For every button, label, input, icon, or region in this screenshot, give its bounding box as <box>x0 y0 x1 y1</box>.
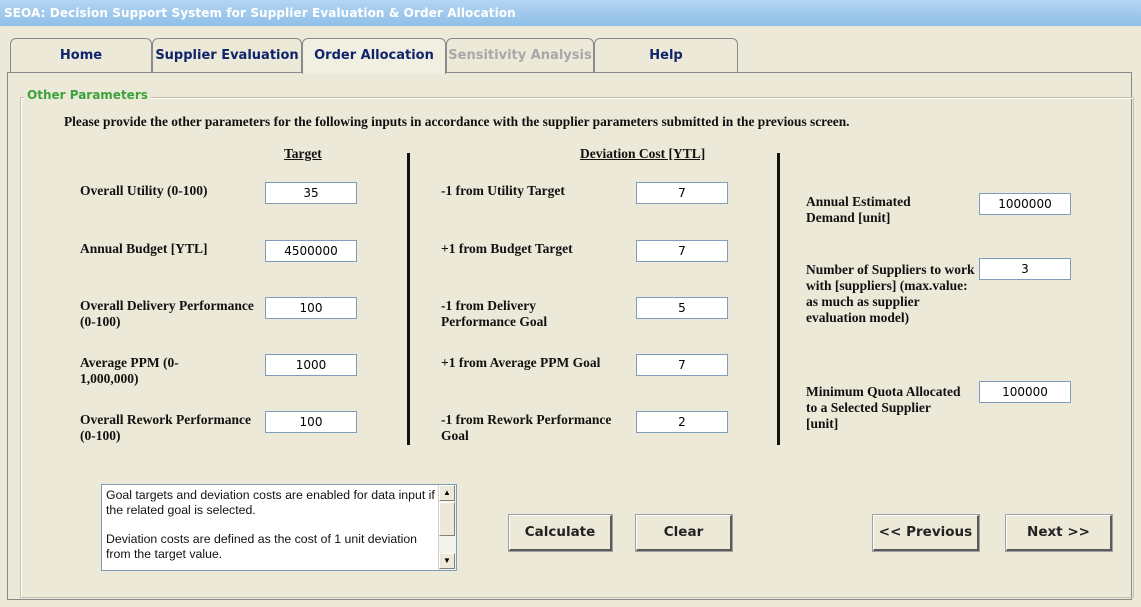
next-button[interactable]: Next >> <box>1005 514 1113 552</box>
tab-help[interactable]: Help <box>594 38 738 72</box>
deviation-delivery-field[interactable]: 5 <box>636 297 728 319</box>
tab-supplier-evaluation[interactable]: Supplier Evaluation <box>152 38 302 72</box>
scroll-thumb[interactable] <box>439 502 455 536</box>
calculate-button[interactable]: Calculate <box>508 514 613 552</box>
column-divider <box>407 153 410 445</box>
deviation-budget-field[interactable]: 7 <box>636 240 728 262</box>
deviation-label-rework: -1 from Rework Performance Goal <box>441 412 612 443</box>
previous-button[interactable]: << Previous <box>872 514 980 552</box>
tab-sensitivity-analysis: Sensitivity Analysis <box>446 38 594 72</box>
target-utility-field[interactable]: 35 <box>265 182 357 204</box>
deviation-label-budget: +1 from Budget Target <box>441 241 573 256</box>
memo-paragraph-1: Goal targets and deviation costs are ena… <box>106 488 435 517</box>
demand-field[interactable]: 1000000 <box>979 193 1071 215</box>
deviation-header: Deviation Cost [YTL] <box>580 146 706 161</box>
deviation-utility-field[interactable]: 7 <box>636 182 728 204</box>
demand-label: Annual Estimated Demand [unit] <box>806 194 911 225</box>
target-ppm-field[interactable]: 1000 <box>265 354 357 376</box>
column-divider <box>777 153 780 445</box>
arrow-down-icon[interactable]: ▼ <box>439 553 455 569</box>
tab-order-allocation[interactable]: Order Allocation <box>302 38 446 74</box>
memo-scrollbar[interactable]: ▲ ▼ <box>438 485 456 570</box>
target-label-budget: Annual Budget [YTL] <box>80 241 208 256</box>
deviation-label-ppm: +1 from Average PPM Goal <box>441 355 601 370</box>
deviation-label-utility: -1 from Utility Target <box>441 183 565 198</box>
tab-home[interactable]: Home <box>10 38 152 72</box>
deviation-ppm-field[interactable]: 7 <box>636 354 728 376</box>
clear-button[interactable]: Clear <box>635 514 733 552</box>
group-title: Other Parameters <box>24 88 151 102</box>
arrow-up-icon[interactable]: ▲ <box>439 485 455 501</box>
target-label-delivery: Overall Delivery Performance (0-100) <box>80 298 254 329</box>
target-label-ppm: Average PPM (0-1,000,000) <box>80 355 179 386</box>
target-header: Target <box>284 146 322 161</box>
window-title: SEOA: Decision Support System for Suppli… <box>0 0 1141 26</box>
target-delivery-field[interactable]: 100 <box>265 297 357 319</box>
target-label-utility: Overall Utility (0-100) <box>80 183 208 198</box>
suppliers-count-label: Number of Suppliers to work with [suppli… <box>806 262 975 325</box>
target-label-rework: Overall Rework Performance (0-100) <box>80 412 251 443</box>
instruction-text: Please provide the other parameters for … <box>64 114 850 129</box>
min-quota-field[interactable]: 100000 <box>979 381 1071 403</box>
info-memo[interactable]: Goal targets and deviation costs are ena… <box>101 484 457 571</box>
target-budget-field[interactable]: 4500000 <box>265 240 357 262</box>
target-rework-field[interactable]: 100 <box>265 411 357 433</box>
deviation-rework-field[interactable]: 2 <box>636 411 728 433</box>
memo-paragraph-2: Deviation costs are defined as the cost … <box>106 532 418 561</box>
min-quota-label: Minimum Quota Allocated to a Selected Su… <box>806 384 961 431</box>
suppliers-count-field[interactable]: 3 <box>979 258 1071 280</box>
deviation-label-delivery: -1 from Delivery Performance Goal <box>441 298 548 329</box>
